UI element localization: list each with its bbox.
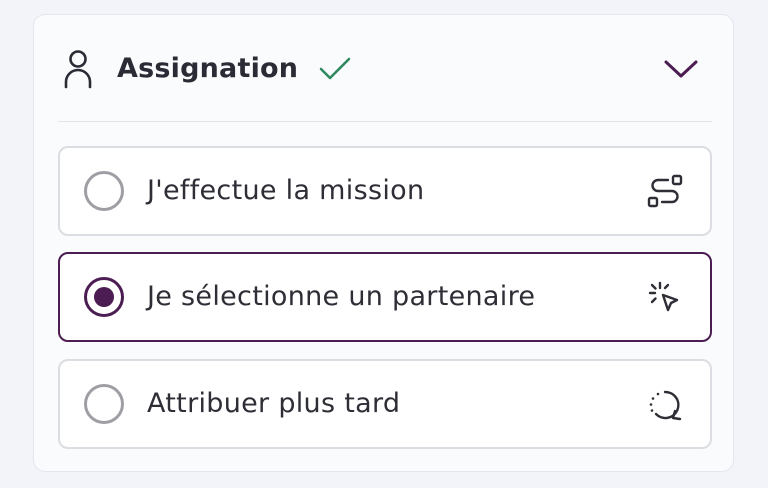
option-label: Je sélectionne un partenaire [147, 281, 536, 312]
radio-button-checked[interactable] [84, 277, 124, 317]
section-title: Assignation [117, 53, 299, 84]
assignation-card: Assignation J'effectue la mission Je sél… [33, 14, 734, 472]
rotate-clock-icon [649, 390, 682, 421]
radio-dot [94, 287, 114, 307]
radio-button[interactable] [84, 171, 124, 211]
option-label: Attribuer plus tard [147, 388, 401, 419]
option-self-mission[interactable]: J'effectue la mission [58, 146, 712, 236]
option-label: J'effectue la mission [147, 175, 425, 206]
pointer-click-icon [648, 281, 679, 312]
header-divider [58, 121, 712, 122]
check-icon [319, 57, 351, 80]
section-header[interactable]: Assignation [34, 15, 733, 121]
radio-button[interactable] [84, 384, 124, 424]
option-select-partner[interactable]: Je sélectionne un partenaire [58, 252, 712, 342]
user-icon [64, 50, 92, 89]
chevron-down-icon[interactable] [662, 55, 700, 83]
route-icon [647, 174, 683, 208]
option-assign-later[interactable]: Attribuer plus tard [58, 359, 712, 449]
